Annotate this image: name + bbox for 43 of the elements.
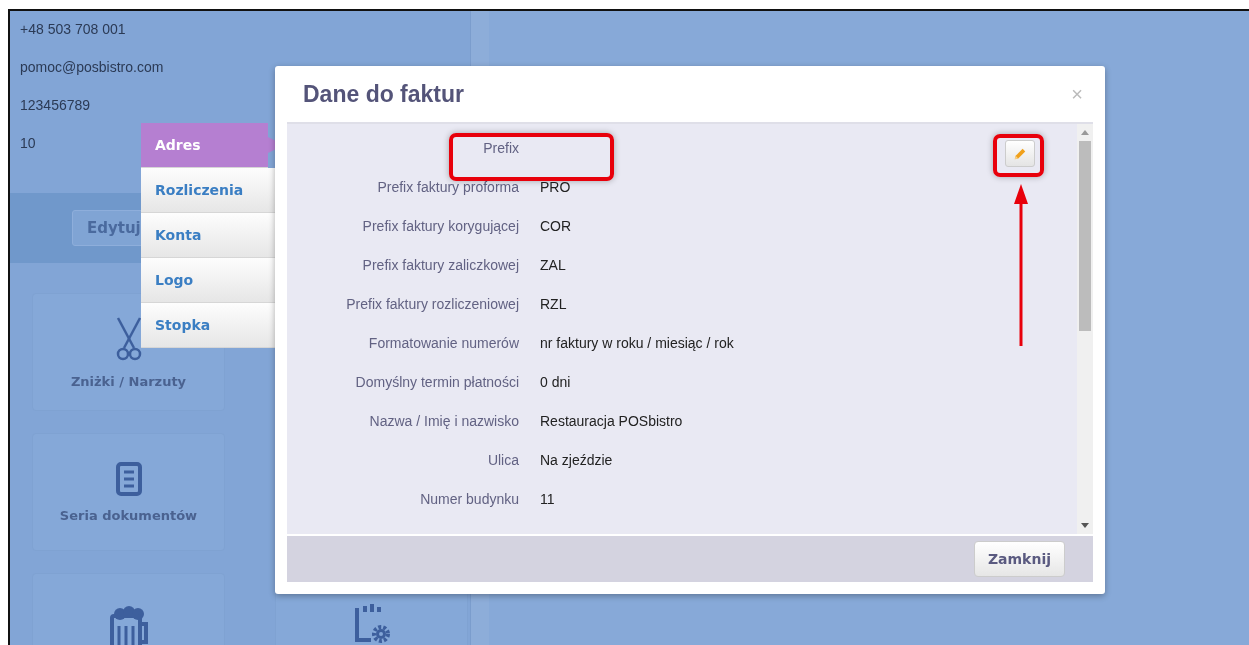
field-label: Prefix faktury rozliczeniowej — [345, 295, 519, 313]
tile[interactable]: Seria dokumentów — [32, 433, 225, 551]
field-value: Restauracja POSbistro — [540, 412, 683, 430]
field-label: Prefix faktury korygującej — [361, 217, 519, 235]
scissors-icon — [115, 315, 142, 362]
edit-button[interactable] — [1005, 140, 1035, 167]
scroll-up-icon[interactable] — [1081, 130, 1089, 135]
field-label: Ulica — [486, 451, 519, 469]
scrollbar[interactable] — [1077, 124, 1093, 534]
field-label: Prefix faktury zaliczkowej — [361, 256, 519, 274]
dialog-title: Dane do faktur — [303, 80, 465, 108]
field-value: nr faktury w roku / miesiąc / rok — [540, 334, 734, 352]
scroll-down-icon[interactable] — [1081, 523, 1089, 528]
field-value: PRO — [540, 178, 571, 196]
field-value: 11 — [540, 490, 555, 508]
field-label: Prefix — [482, 139, 519, 157]
mug-icon — [107, 606, 150, 645]
field-label: Numer budynku — [419, 490, 519, 508]
field-value: RZL — [540, 295, 567, 313]
menu-tab[interactable]: Stopka — [141, 303, 276, 348]
menu-tab[interactable]: Rozliczenia — [141, 168, 276, 213]
document-icon — [115, 461, 142, 496]
info-text: 123456789 — [20, 97, 91, 114]
field-label: Nazwa / Imię i nazwisko — [368, 412, 519, 430]
chart-gear-icon — [353, 604, 390, 644]
field-value: 0 dni — [540, 373, 571, 391]
highlight-box — [993, 134, 1044, 177]
info-text: pomoc@posbistro.com — [20, 59, 164, 76]
field-value: Na zjeździe — [540, 451, 613, 469]
field-label: Formatowanie numerów — [367, 334, 519, 352]
field-label: Prefix faktury proforma — [376, 178, 519, 196]
close-button[interactable]: × — [1067, 82, 1087, 106]
close-button[interactable]: Zamknij — [973, 541, 1065, 577]
info-text: 10 — [20, 135, 36, 152]
tile-label: Seria dokumentów — [59, 507, 198, 523]
field-value: COR — [540, 217, 572, 235]
field-value: ZAL — [540, 256, 566, 274]
menu-tab[interactable]: Logo — [141, 258, 276, 303]
field-label: Domyślny termin płatności — [354, 373, 519, 391]
pencil-icon — [1013, 146, 1027, 161]
info-text: +48 503 708 001 — [20, 21, 126, 38]
menu-tab[interactable]: Konta — [141, 213, 276, 258]
tile-label: Zniżki / Narzuty — [70, 373, 187, 389]
